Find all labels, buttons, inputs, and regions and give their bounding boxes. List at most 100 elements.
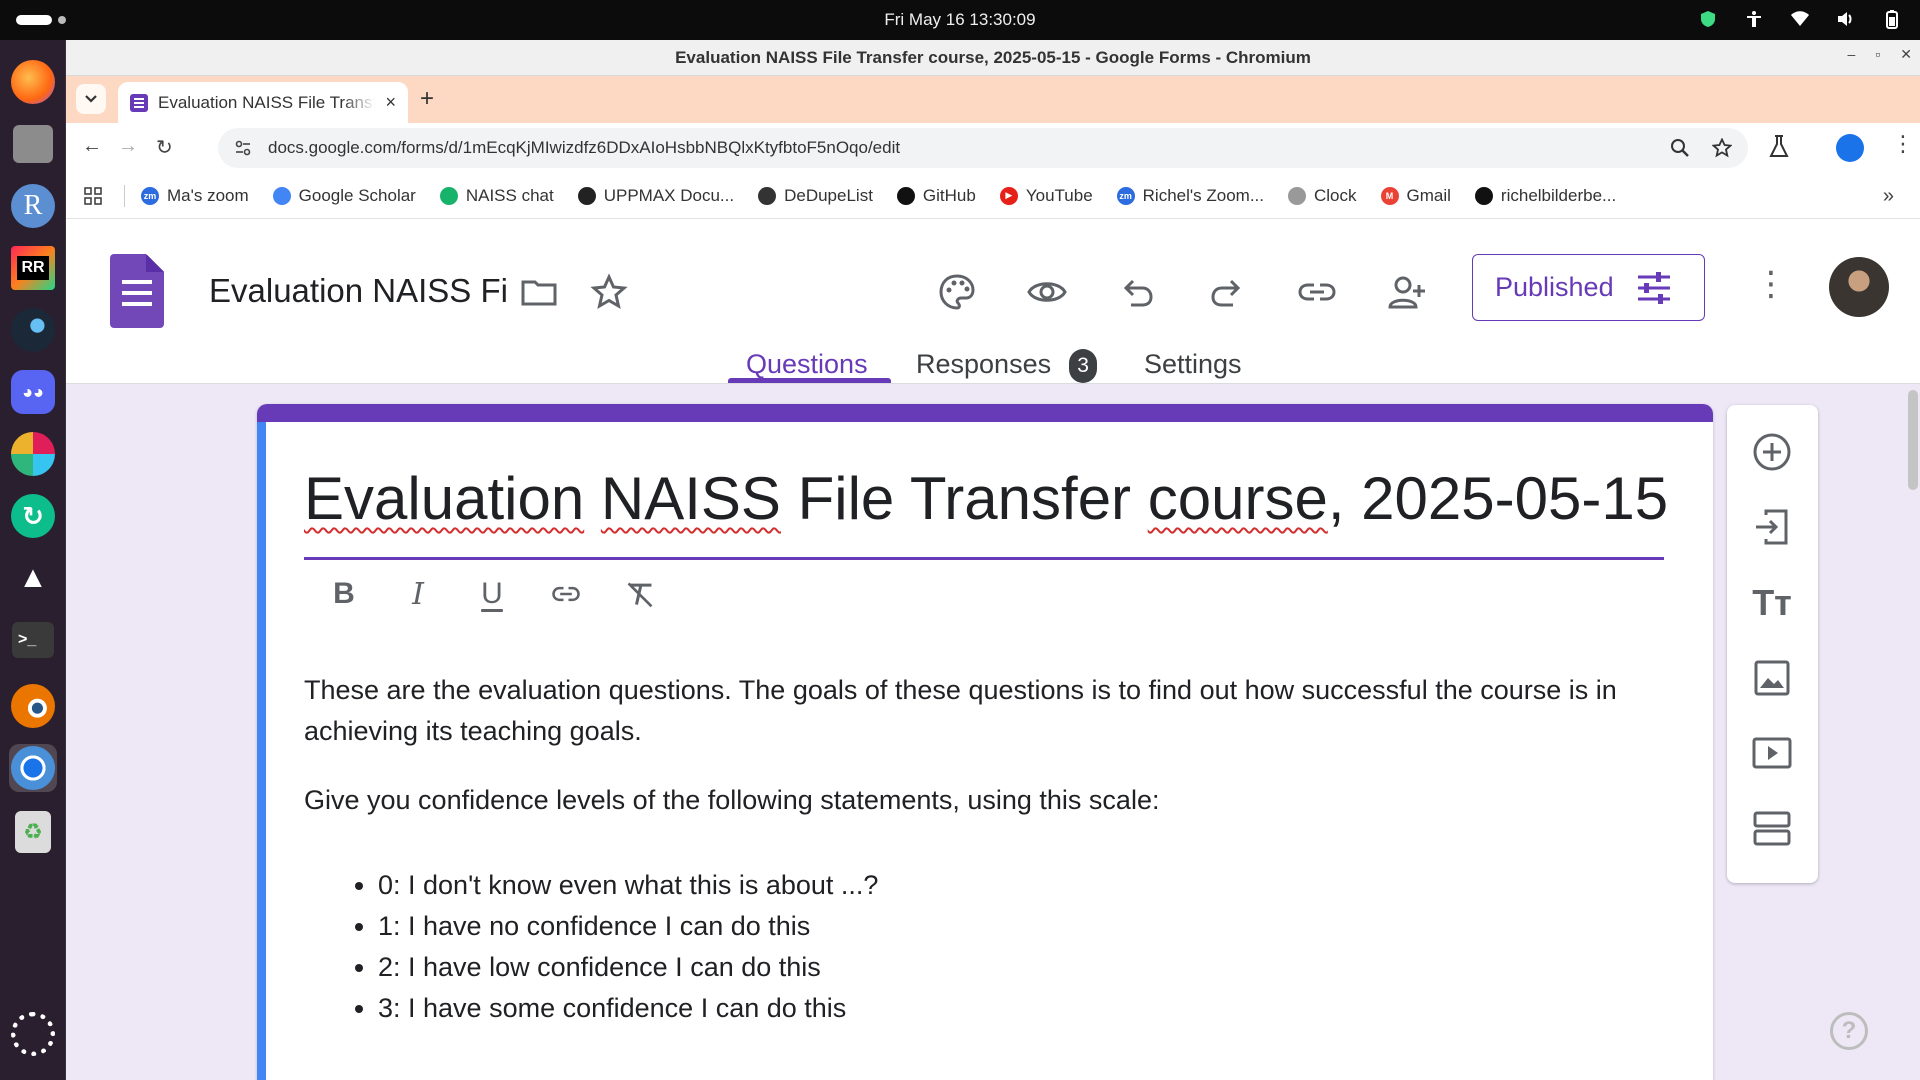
- form-title-input[interactable]: Evaluation NAISS File Transfer course, 2…: [304, 464, 1668, 533]
- inkscape-icon: ▲: [18, 561, 48, 594]
- profile-avatar-icon[interactable]: [1836, 134, 1864, 162]
- google-forms-logo-icon[interactable]: [110, 254, 164, 328]
- add-title-description-icon[interactable]: Tт: [1751, 582, 1793, 624]
- add-image-icon[interactable]: [1751, 657, 1793, 699]
- forward-arrow-icon[interactable]: →: [118, 135, 138, 158]
- accessibility-icon[interactable]: [1744, 9, 1764, 29]
- bookmark-label: GitHub: [922, 185, 976, 205]
- move-to-folder-icon[interactable]: [518, 271, 560, 313]
- battery-icon[interactable]: [1882, 9, 1902, 29]
- bold-icon[interactable]: B: [329, 576, 359, 612]
- bookmark-favicon-icon: [577, 186, 596, 205]
- blender-launcher[interactable]: [9, 682, 57, 730]
- form-editor-canvas: Evaluation NAISS File Transfer course, 2…: [66, 384, 1920, 1080]
- form-header-card[interactable]: Evaluation NAISS File Transfer course, 2…: [257, 404, 1713, 1080]
- discord-icon: ◕◕: [11, 370, 55, 414]
- inkscape-launcher[interactable]: ▲: [9, 554, 57, 602]
- bookmark-item[interactable]: M Gmail: [1380, 186, 1451, 206]
- terminal-launcher[interactable]: >_: [9, 616, 57, 664]
- browser-menu-icon[interactable]: ⋮: [1892, 131, 1914, 157]
- account-avatar[interactable]: [1829, 257, 1889, 317]
- minimize-icon[interactable]: –: [1848, 46, 1856, 63]
- new-tab-button[interactable]: +: [420, 85, 434, 113]
- show-apps-button[interactable]: [9, 1010, 57, 1058]
- site-settings-icon[interactable]: [234, 139, 252, 157]
- discord-launcher[interactable]: ◕◕: [9, 368, 57, 416]
- wifi-icon[interactable]: [1790, 9, 1810, 29]
- slack-launcher[interactable]: [9, 430, 57, 478]
- steam-launcher[interactable]: [9, 306, 57, 354]
- browser-tab[interactable]: Evaluation NAISS File Transfer course, 2…: [118, 82, 408, 123]
- system-clock[interactable]: Fri May 16 13:30:09: [0, 10, 1920, 30]
- add-question-icon[interactable]: [1751, 431, 1793, 473]
- bookmark-item[interactable]: Clock: [1288, 186, 1357, 206]
- active-tab-indicator: [728, 378, 891, 383]
- zoom-icon[interactable]: [1670, 138, 1690, 158]
- bookmark-star-icon[interactable]: [1712, 138, 1732, 158]
- bookmark-item[interactable]: zm Ma's zoom: [141, 186, 249, 206]
- blender-icon: [11, 684, 55, 728]
- rustrover-launcher[interactable]: RR: [9, 244, 57, 292]
- underline-icon[interactable]: U: [477, 576, 507, 612]
- reload-icon[interactable]: ↻: [156, 135, 173, 160]
- add-section-icon[interactable]: [1751, 807, 1793, 849]
- bookmark-item[interactable]: zm Richel's Zoom...: [1116, 186, 1264, 206]
- import-questions-icon[interactable]: [1751, 506, 1793, 548]
- address-bar[interactable]: docs.google.com/forms/d/1mEcqKjMIwizdfz6…: [218, 128, 1748, 168]
- preview-eye-icon[interactable]: [1026, 271, 1068, 313]
- firefox-launcher[interactable]: [9, 58, 57, 106]
- application-dock: R RR ◕◕ ↻ ▲ >_ ♻: [0, 40, 66, 1080]
- add-collaborators-icon[interactable]: [1386, 271, 1428, 313]
- clear-formatting-icon[interactable]: [625, 576, 655, 612]
- r-launcher[interactable]: R: [9, 182, 57, 230]
- shield-icon[interactable]: [1698, 9, 1718, 29]
- back-arrow-icon[interactable]: ←: [82, 135, 102, 158]
- tab-responses[interactable]: Responses 3: [916, 349, 1098, 383]
- published-label: Published: [1495, 272, 1614, 302]
- page-scrollbar[interactable]: [1908, 390, 1918, 490]
- bookmark-item[interactable]: ▶ YouTube: [999, 185, 1093, 206]
- system-tray[interactable]: [1698, 9, 1902, 29]
- tab-settings[interactable]: Settings: [1144, 349, 1242, 380]
- volume-icon[interactable]: [1836, 9, 1856, 29]
- tab-close-icon[interactable]: ×: [385, 92, 396, 113]
- tab-search-button[interactable]: [76, 84, 106, 114]
- publish-settings-sliders-icon[interactable]: [1636, 270, 1672, 306]
- more-options-icon[interactable]: ⋮: [1754, 264, 1788, 304]
- apps-grid-icon[interactable]: [84, 186, 102, 205]
- labs-flask-icon[interactable]: [1768, 134, 1790, 160]
- files-launcher[interactable]: [9, 120, 57, 168]
- bookmark-item[interactable]: NAISS chat: [439, 186, 554, 206]
- maximize-icon[interactable]: ▫: [1875, 46, 1880, 63]
- bookmark-item[interactable]: UPPMAX Docu...: [577, 186, 734, 206]
- published-button[interactable]: Published: [1472, 254, 1705, 321]
- undo-icon[interactable]: [1116, 271, 1158, 313]
- redo-icon[interactable]: [1206, 271, 1248, 313]
- bookmark-favicon-icon: M: [1380, 186, 1399, 205]
- close-window-icon[interactable]: ✕: [1900, 46, 1912, 63]
- bookmark-label: YouTube: [1025, 185, 1093, 205]
- star-icon[interactable]: [588, 271, 630, 313]
- tab-questions[interactable]: Questions: [746, 349, 868, 380]
- bookmark-item[interactable]: DeDupeList: [758, 186, 873, 206]
- chromium-launcher[interactable]: [9, 744, 57, 792]
- trash-launcher[interactable]: ♻: [9, 808, 57, 856]
- italic-icon[interactable]: I: [403, 576, 433, 612]
- insert-link-icon[interactable]: [551, 576, 581, 612]
- bookmark-item[interactable]: Google Scholar: [272, 186, 416, 206]
- bookmark-item[interactable]: richelbilderbe...: [1474, 186, 1616, 206]
- element-launcher[interactable]: ↻: [9, 492, 57, 540]
- copy-link-icon[interactable]: [1296, 271, 1338, 313]
- url-text[interactable]: docs.google.com/forms/d/1mEcqKjMIwizdfz6…: [268, 138, 1670, 158]
- more-bookmarks-icon[interactable]: »: [1883, 185, 1894, 208]
- document-title-input[interactable]: Evaluation NAISS File Transfer course, 2…: [209, 272, 509, 310]
- terminal-icon: >_: [12, 622, 54, 658]
- window-titlebar[interactable]: Evaluation NAISS File Transfer course, 2…: [66, 40, 1920, 76]
- bookmark-item[interactable]: GitHub: [896, 185, 976, 206]
- list-item: 2: I have low confidence I can do this: [378, 947, 1674, 988]
- help-icon[interactable]: ?: [1830, 1012, 1868, 1050]
- customize-theme-palette-icon[interactable]: [936, 271, 978, 313]
- form-description[interactable]: These are the evaluation questions. The …: [304, 670, 1674, 1029]
- add-video-icon[interactable]: [1751, 732, 1793, 774]
- tab-responses-label: Responses: [916, 349, 1052, 380]
